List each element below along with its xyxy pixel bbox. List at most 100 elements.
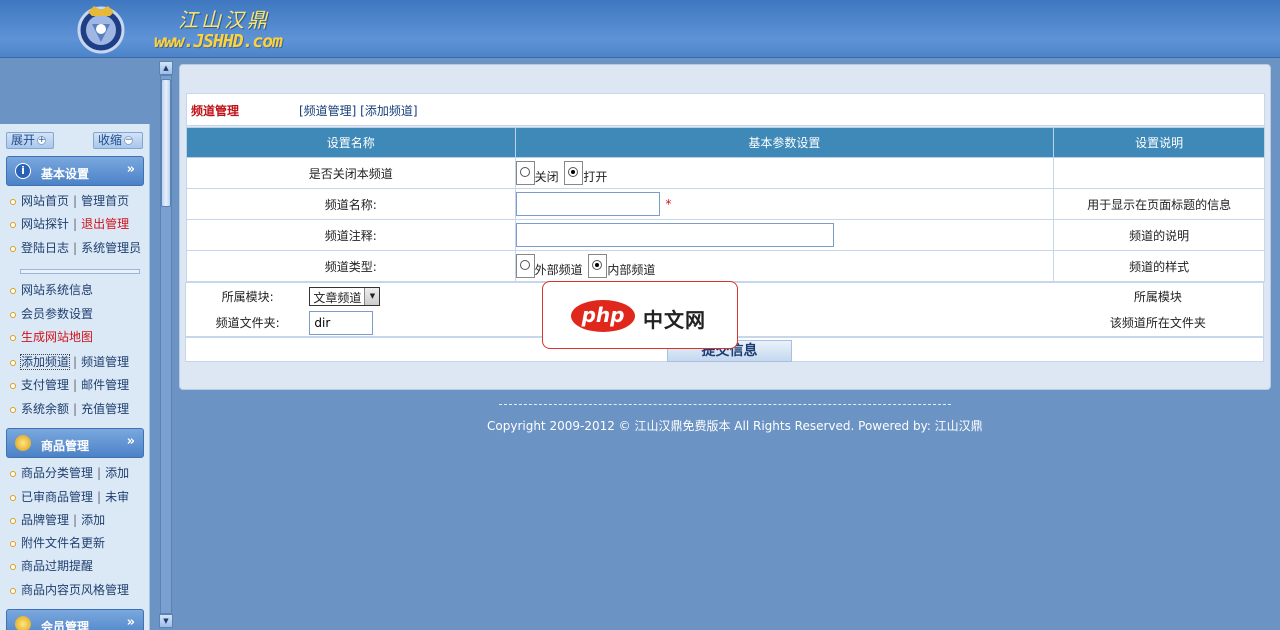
nav-admin-home[interactable]: 管理首页 [81, 194, 129, 208]
nav-goods-expire[interactable]: 商品过期提醒 [21, 559, 93, 573]
section-header-goods[interactable]: 商品管理 » [6, 428, 144, 458]
row-label: 是否关闭本频道 [186, 157, 516, 189]
col-header-params: 基本参数设置 [514, 127, 1055, 158]
nav-payment[interactable]: 支付管理 [21, 378, 69, 392]
radio-close[interactable] [515, 161, 535, 185]
nav-site-home[interactable]: 网站首页 [21, 194, 69, 208]
watermark-text: 中文网 [643, 308, 706, 332]
module-select-value: 文章频道 [313, 290, 362, 305]
php-watermark: php 中文网 [542, 281, 738, 349]
php-logo: php [571, 300, 635, 332]
row-label: 频道注释: [186, 219, 516, 251]
required-marker: * [665, 196, 672, 211]
nav-row: 商品内容页风格管理 [10, 581, 148, 599]
nav-row: 系统余额 | 充值管理 [10, 400, 148, 418]
nav-row: 附件文件名更新 [10, 534, 148, 552]
row-description: 所属模块 [1133, 289, 1182, 304]
nav-site-sys-info[interactable]: 网站系统信息 [21, 283, 93, 297]
section-title: 商品管理 [41, 439, 90, 453]
info-icon: i [15, 163, 31, 179]
nav-brand-add[interactable]: 添加 [81, 513, 105, 527]
page-header: 江山汉鼎 www.JSHHD.com [0, 0, 1280, 58]
breadcrumb: 频道管理 [频道管理] [添加频道] [186, 93, 1265, 126]
nav-row: 支付管理 | 邮件管理 [10, 376, 148, 394]
bullet-icon [10, 334, 16, 341]
logo-text: 江山汉鼎 [178, 8, 270, 32]
nav-attach-update[interactable]: 附件文件名更新 [21, 536, 105, 550]
nav-recharge[interactable]: 充值管理 [81, 402, 129, 416]
folder-input[interactable] [309, 310, 374, 335]
scroll-down-icon[interactable]: ▼ [159, 614, 173, 628]
nav-site-probe[interactable]: 网站探针 [21, 217, 69, 231]
nav-logout[interactable]: 退出管理 [81, 217, 129, 231]
expand-button[interactable]: 展开 + [6, 132, 54, 149]
module-select[interactable]: 文章频道 ▼ [309, 286, 381, 306]
section-header-members[interactable]: 会员管理 » [6, 609, 144, 630]
bullet-icon [10, 517, 16, 524]
table-row: 频道类型: 外部频道 内部频道 频道的样式 [186, 250, 1265, 282]
nav-approved-goods[interactable]: 已审商品管理 [21, 490, 93, 504]
input-cell [514, 219, 1055, 251]
table-row: 频道名称: * 用于显示在页面标题的信息 [186, 188, 1265, 220]
nav-channel-manage[interactable]: 频道管理 [81, 355, 129, 369]
collapse-button[interactable]: 收缩 − [93, 132, 143, 149]
row-description: 频道的说明 [1053, 219, 1265, 251]
table-row: 频道注释: 频道的说明 [186, 219, 1265, 251]
bullet-icon [10, 587, 16, 594]
user-icon [15, 616, 31, 630]
bullet-icon [10, 311, 16, 318]
nav-mail[interactable]: 邮件管理 [81, 378, 129, 392]
bullet-icon [10, 221, 16, 228]
nav-unapproved[interactable]: 未审 [105, 490, 129, 504]
col-header-setting-name: 设置名称 [186, 127, 516, 158]
nav-balance[interactable]: 系统余额 [21, 402, 69, 416]
page-title: 频道管理 [191, 104, 240, 118]
radio-label: 内部频道 [607, 263, 656, 277]
radio-label: 外部频道 [534, 263, 583, 277]
col-header-description: 设置说明 [1053, 127, 1265, 158]
section-title: 基本设置 [41, 167, 90, 181]
nav-goods-cat-add[interactable]: 添加 [105, 466, 129, 480]
sidebar-scrollbar[interactable]: ▲ ▼ [158, 59, 174, 630]
nav-row: 已审商品管理 | 未审 [10, 488, 148, 506]
nav-sys-admin[interactable]: 系统管理员 [81, 241, 141, 255]
radio-cell: 关闭 打开 [514, 157, 1055, 189]
footer-divider [499, 404, 951, 405]
section-header-basic-settings[interactable]: i 基本设置 » [6, 156, 144, 186]
nav-member-params[interactable]: 会员参数设置 [21, 307, 93, 321]
nav-row: 生成网站地图 [10, 328, 148, 346]
nav-row: 网站首页 | 管理首页 [10, 192, 148, 210]
channel-name-input[interactable] [515, 192, 660, 216]
input-cell: * [514, 188, 1055, 220]
bullet-icon [10, 198, 16, 205]
nav-add-channel[interactable]: 添加频道 [19, 354, 71, 370]
plus-icon: + [37, 135, 47, 145]
nav-gen-sitemap[interactable]: 生成网站地图 [21, 330, 93, 344]
collapse-label: 收缩 [98, 133, 123, 147]
row-label: 频道文件夹: [215, 316, 280, 331]
nav-row: 会员参数设置 [10, 305, 148, 323]
radio-label: 打开 [583, 170, 608, 184]
breadcrumb-links[interactable]: [频道管理] [添加频道] [299, 102, 418, 119]
footer-copyright: Copyright 2009-2012 © 江山汉鼎免费版本 All Right… [487, 419, 983, 433]
nav-login-log[interactable]: 登陆日志 [21, 241, 69, 255]
nav-brand[interactable]: 品牌管理 [21, 513, 69, 527]
nav-row: 网站探针 | 退出管理 [10, 215, 148, 233]
row-description: 该频道所在文件夹 [1109, 316, 1206, 331]
logo-emblem-icon [77, 6, 125, 54]
row-description [1053, 157, 1265, 189]
dropdown-arrow-icon[interactable]: ▼ [364, 287, 380, 305]
row-label: 频道名称: [186, 188, 516, 220]
nav-goods-style[interactable]: 商品内容页风格管理 [21, 583, 129, 597]
bullet-icon [10, 245, 16, 252]
bullet-icon [10, 382, 16, 389]
row-label: 所属模块: [221, 289, 274, 304]
radio-external[interactable] [515, 254, 535, 278]
radio-open[interactable] [564, 161, 584, 185]
radio-internal[interactable] [588, 254, 608, 278]
nav-row: 登陆日志 | 系统管理员 [10, 239, 148, 257]
channel-note-input[interactable] [515, 223, 834, 247]
nav-goods-category[interactable]: 商品分类管理 [21, 466, 93, 480]
scroll-up-icon[interactable]: ▲ [159, 61, 173, 75]
scroll-thumb[interactable] [161, 79, 171, 207]
